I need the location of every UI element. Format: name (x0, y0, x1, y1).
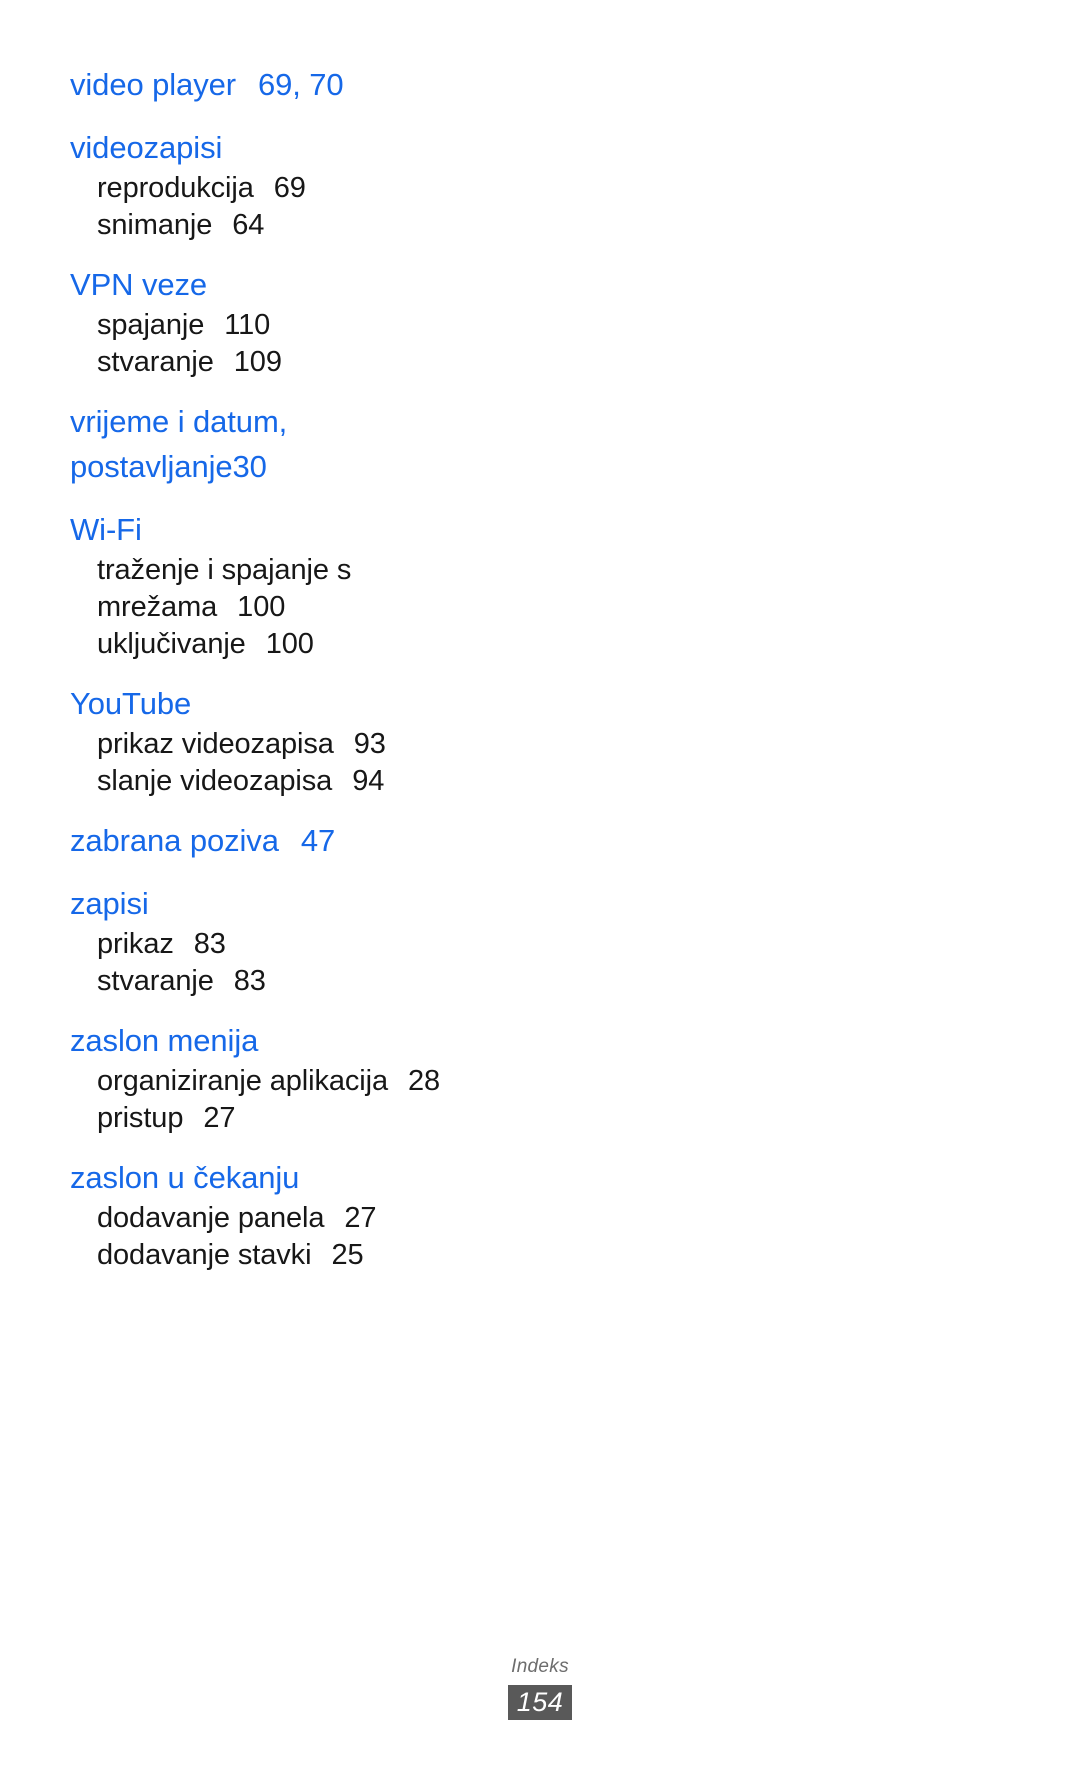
index-heading-label: VPN veze (70, 267, 208, 302)
index-subentry: dodavanje stavki 25 (70, 1237, 530, 1274)
index-heading-label-cont: postavljanje (70, 449, 233, 484)
index-subentry-page: 69 (273, 172, 306, 204)
index-subentry-page: 100 (265, 628, 314, 660)
index-group-heading: VPN veze (70, 262, 530, 307)
index-group-heading-line2: postavljanje30 (70, 444, 530, 489)
index-subentry-label: slanje videozapisa (97, 765, 333, 797)
index-subentry-list: traženje i spajanje s mrežama 100 uključi… (70, 552, 530, 663)
footer-section-label: Indeks (511, 1656, 569, 1677)
index-subentry: traženje i spajanje s (70, 552, 530, 589)
index-subentry-page: 27 (344, 1202, 377, 1234)
index-group: zabrana poziva 47 (70, 818, 530, 863)
index-subentry-label: dodavanje stavki (97, 1239, 312, 1271)
index-subentry-page: 93 (353, 728, 386, 760)
index-subentry-list: prikaz videozapisa 93 slanje videozapisa 9… (70, 726, 530, 800)
index-subentry-page: 110 (224, 309, 271, 341)
index-subentry-continuation: mrežama 100 (70, 589, 530, 626)
index-heading-label: zaslon u čekanju (70, 1160, 300, 1195)
index-subentry: dodavanje panela 27 (70, 1200, 530, 1237)
index-subentry-list: dodavanje panela 27 dodavanje stavki 25 (70, 1200, 530, 1274)
index-entry-list: video player 69, 70 videozapisi reprodukc… (70, 62, 530, 1274)
index-subentry-label: dodavanje panela (97, 1202, 325, 1234)
index-group-heading: vrijeme i datum, (70, 399, 530, 444)
index-group-heading: video player 69, 70 (70, 62, 530, 107)
index-subentry-label: prikaz videozapisa (97, 728, 334, 760)
index-subentry-page: 64 (232, 209, 265, 241)
index-group: zaslon u čekanju dodavanje panela 27 doda… (70, 1155, 530, 1274)
index-subentry: stvaranje 109 (70, 344, 530, 381)
index-subentry-page: 25 (331, 1239, 364, 1271)
index-group: video player 69, 70 (70, 62, 530, 107)
index-subentry-page: 83 (233, 965, 266, 997)
index-subentry-label: stvaranje (97, 346, 214, 378)
index-subentry-page: 27 (203, 1102, 236, 1134)
index-subentry: prikaz videozapisa 93 (70, 726, 530, 763)
index-subentry-list: spajanje 110 stvaranje 109 (70, 307, 530, 381)
index-subentry-page: 109 (233, 346, 282, 378)
index-group: Wi-Fi traženje i spajanje s mrežama 100 u… (70, 507, 530, 663)
index-subentry-label: pristup (97, 1102, 184, 1134)
index-subentry: organiziranje aplikacija 28 (70, 1063, 530, 1100)
index-subentry-page: 28 (408, 1065, 441, 1097)
index-page: video player 69, 70 videozapisi reprodukc… (0, 0, 1080, 1771)
index-group: VPN veze spajanje 110 stvaranje 109 (70, 262, 530, 381)
index-group: YouTube prikaz videozapisa 93 slanje vide… (70, 681, 530, 800)
index-heading-label: zapisi (70, 886, 149, 921)
index-group-heading: zabrana poziva 47 (70, 818, 530, 863)
index-heading-page: 69, 70 (257, 67, 344, 102)
index-subentry: slanje videozapisa 94 (70, 763, 530, 800)
index-subentry-list: prikaz 83 stvaranje 83 (70, 926, 530, 1000)
index-heading-label: zaslon menija (70, 1023, 259, 1058)
index-group-heading: YouTube (70, 681, 530, 726)
index-subentry: spajanje 110 (70, 307, 530, 344)
index-subentry-label: uključivanje (97, 628, 246, 660)
index-subentry: pristup 27 (70, 1100, 530, 1137)
index-subentry-label: traženje i spajanje s (97, 554, 352, 586)
index-heading-label: YouTube (70, 686, 192, 721)
index-subentry: stvaranje 83 (70, 963, 530, 1000)
index-subentry: prikaz 83 (70, 926, 530, 963)
index-subentry-label: reprodukcija (97, 172, 254, 204)
index-subentry-label: stvaranje (97, 965, 214, 997)
index-group-heading: zaslon u čekanju (70, 1155, 530, 1200)
index-group-heading: zapisi (70, 881, 530, 926)
index-subentry: snimanje 64 (70, 207, 530, 244)
index-group: videozapisi reprodukcija 69 snimanje 64 (70, 125, 530, 244)
index-heading-label: videozapisi (70, 130, 223, 165)
index-subentry-page: 83 (193, 928, 226, 960)
index-heading-label: zabrana poziva (70, 823, 279, 858)
index-group: zapisi prikaz 83 stvaranje 83 (70, 881, 530, 1000)
index-heading-page: 47 (300, 823, 336, 858)
page-footer: Indeks 154 (0, 1655, 1080, 1720)
index-heading-label: video player (70, 67, 236, 102)
index-heading-page: 30 (232, 449, 267, 484)
index-subentry: reprodukcija 69 (70, 170, 530, 207)
index-group-heading: zaslon menija (70, 1018, 530, 1063)
index-group: zaslon menija organiziranje aplikacija 28… (70, 1018, 530, 1137)
index-subentry-list: reprodukcija 69 snimanje 64 (70, 170, 530, 244)
index-subentry-page: 94 (352, 765, 385, 797)
index-subentry-page: 100 (237, 591, 286, 623)
index-subentry-label: organiziranje aplikacija (97, 1065, 388, 1097)
index-subentry: uključivanje 100 (70, 626, 530, 663)
index-subentry-label: snimanje (97, 209, 213, 241)
index-subentry-list: organiziranje aplikacija 28 pristup 27 (70, 1063, 530, 1137)
index-heading-label: vrijeme i datum, (70, 404, 288, 439)
index-group: vrijeme i datum, postavljanje30 (70, 399, 530, 489)
index-group-heading: videozapisi (70, 125, 530, 170)
index-subentry-label: spajanje (97, 309, 205, 341)
index-heading-label: Wi-Fi (70, 512, 142, 547)
footer-page-number: 154 (507, 1685, 573, 1720)
index-group-heading: Wi-Fi (70, 507, 530, 552)
index-subentry-label: prikaz (97, 928, 174, 960)
index-subentry-label-cont: mrežama (97, 591, 218, 623)
